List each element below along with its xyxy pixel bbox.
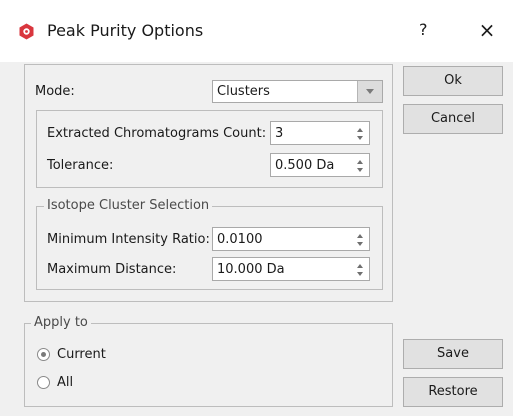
ok-button[interactable]: Ok	[403, 66, 503, 96]
tolerance-value: 0.500 Da	[275, 158, 335, 173]
spin-up-icon[interactable]	[357, 234, 363, 238]
min-intensity-ratio-stepper[interactable]: 0.0100	[212, 227, 370, 251]
cancel-button[interactable]: Cancel	[403, 104, 503, 134]
tolerance-label: Tolerance:	[47, 158, 114, 173]
extracted-count-value: 3	[275, 126, 284, 141]
min-intensity-ratio-label: Minimum Intensity Ratio:	[47, 232, 210, 247]
mode-value: Clusters	[217, 84, 270, 99]
help-button[interactable]: ?	[419, 20, 428, 39]
max-distance-label: Maximum Distance:	[47, 262, 177, 277]
isotope-cluster-legend: Isotope Cluster Selection	[44, 198, 213, 213]
spin-up-icon[interactable]	[357, 264, 363, 268]
spin-up-icon[interactable]	[357, 128, 363, 132]
radio-all[interactable]	[37, 376, 50, 389]
restore-button[interactable]: Restore	[403, 377, 503, 407]
window-title: Peak Purity Options	[47, 21, 204, 40]
radio-current-label[interactable]: Current	[57, 347, 106, 362]
app-logo-icon	[18, 23, 35, 40]
spin-up-icon[interactable]	[357, 160, 363, 164]
spin-down-icon[interactable]	[357, 168, 363, 172]
tolerance-stepper[interactable]: 0.500 Da	[270, 153, 370, 177]
spin-down-icon[interactable]	[357, 242, 363, 246]
save-button[interactable]: Save	[403, 339, 503, 369]
spin-down-icon[interactable]	[357, 136, 363, 140]
min-intensity-ratio-value: 0.0100	[217, 232, 263, 247]
radio-all-label[interactable]: All	[57, 375, 73, 390]
mode-label: Mode:	[35, 84, 75, 99]
dropdown-arrow-icon[interactable]	[357, 81, 382, 102]
apply-to-group	[24, 323, 393, 407]
max-distance-value: 10.000 Da	[217, 262, 285, 277]
close-button[interactable]: ×	[476, 17, 498, 43]
max-distance-stepper[interactable]: 10.000 Da	[212, 257, 370, 281]
extracted-count-label: Extracted Chromatograms Count:	[47, 126, 267, 141]
extracted-count-stepper[interactable]: 3	[270, 121, 370, 145]
radio-current[interactable]	[37, 348, 50, 361]
mode-select[interactable]: Clusters	[212, 80, 383, 103]
spin-down-icon[interactable]	[357, 272, 363, 276]
apply-to-legend: Apply to	[31, 315, 91, 330]
